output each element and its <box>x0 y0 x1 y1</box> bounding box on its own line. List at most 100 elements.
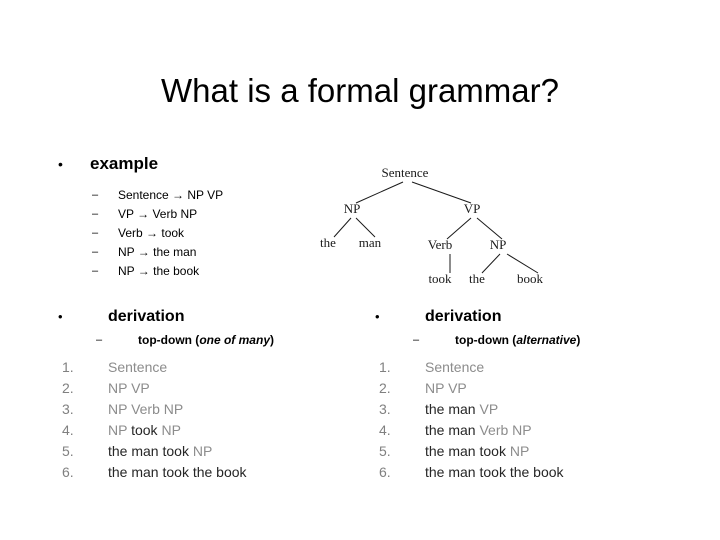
derivation-right-subheading: top-down (alternative) <box>455 333 581 347</box>
derivation-column-right: • derivation – top-down (alternative) 1.… <box>375 308 705 484</box>
bullet-icon: • <box>58 309 63 324</box>
derivation-step-number: 4. <box>62 422 74 438</box>
tree-node-took: took <box>428 271 452 286</box>
terminal-token: the man took <box>425 443 510 459</box>
derivation-step-number: 2. <box>379 380 391 396</box>
derivation-step-text: the man took the book <box>425 463 564 481</box>
derivation-step-number: 2. <box>62 380 74 396</box>
derivation-left-sub-row: – top-down (one of many) <box>58 332 388 354</box>
derivation-step-number: 6. <box>62 464 74 480</box>
tree-node-verb: Verb <box>428 237 453 252</box>
terminal-token: the man took <box>108 443 193 459</box>
derivation-step-row: 6. the man took the book <box>375 463 705 484</box>
derivation-step-number: 6. <box>379 464 391 480</box>
derivation-step-row: 1. Sentence <box>58 358 388 379</box>
nonterminal-token: Sentence <box>425 359 485 375</box>
tree-node-np2: NP <box>490 237 507 252</box>
example-section: • example – Sentence → NP VP – VP → Verb NP… <box>58 155 328 282</box>
example-bullet-row: • example <box>58 155 328 177</box>
derivation-column-left: • derivation – top-down (one of many) 1.… <box>58 308 388 484</box>
parse-tree-svg: Sentence NP VP the man Verb NP took the book <box>320 165 543 286</box>
derivation-right-bullet-row: • derivation <box>375 308 705 332</box>
derivation-step-row: 5. the man took NP <box>58 442 388 463</box>
dash-icon: – <box>92 246 99 258</box>
derivation-step-number: 1. <box>379 359 391 375</box>
tree-node-book: book <box>517 271 544 286</box>
nonterminal-token: NP <box>509 443 530 459</box>
grammar-rule-row: – VP → Verb NP <box>58 206 328 225</box>
derivation-step-number: 5. <box>379 443 391 459</box>
dash-icon: – <box>92 208 99 220</box>
dash-icon: – <box>92 189 99 201</box>
derivation-step-number: 3. <box>62 401 74 417</box>
nonterminal-token: NP VP <box>425 380 467 396</box>
grammar-rule-list: – Sentence → NP VP – VP → Verb NP – Verb → to… <box>58 187 328 282</box>
edge-sentence-vp <box>411 181 472 204</box>
parse-tree-diagram: Sentence NP VP the man Verb NP took the book <box>290 155 580 300</box>
example-heading: example <box>90 154 159 173</box>
grammar-rule-text: NP → the book <box>118 264 200 278</box>
derivation-variant-name: alternative <box>516 333 577 347</box>
page-title: What is a formal grammar? <box>161 72 559 109</box>
derivation-step-row: 4. the man Verb NP <box>375 421 705 442</box>
derivation-step-row: 3. the man VP <box>375 400 705 421</box>
grammar-rule-row: – Sentence → NP VP <box>58 187 328 206</box>
derivation-step-text: Sentence <box>108 358 167 376</box>
derivation-step-text: NP Verb NP <box>108 400 183 418</box>
dash-icon: – <box>92 227 99 239</box>
tree-edges <box>333 181 539 274</box>
derivation-step-text: the man Verb NP <box>425 421 532 439</box>
derivation-right-steps: 1. Sentence 2. NP VP 3. the man VP 4. the man V… <box>375 358 705 484</box>
tree-node-vp: VP <box>464 201 481 216</box>
derivation-step-text: NP VP <box>108 379 150 397</box>
tree-node-the2: the <box>469 271 485 286</box>
derivation-step-number: 4. <box>379 422 391 438</box>
tree-node-man: man <box>359 235 382 250</box>
dash-icon: – <box>92 265 99 277</box>
derivation-step-number: 3. <box>379 401 391 417</box>
dash-icon: – <box>413 334 420 346</box>
derivation-step-row: 1. Sentence <box>375 358 705 379</box>
terminal-token: the man <box>425 422 480 438</box>
derivation-step-text: NP took NP <box>108 421 181 439</box>
grammar-rule-text: Sentence → NP VP <box>118 188 224 202</box>
derivation-step-text: the man took the book <box>108 463 247 481</box>
derivation-step-text: the man VP <box>425 400 498 418</box>
bullet-icon: • <box>375 309 380 324</box>
derivation-left-steps: 1. Sentence 2. NP VP 3. NP Verb NP 4. NP took N… <box>58 358 388 484</box>
grammar-rule-text: Verb → took <box>118 226 185 240</box>
nonterminal-token: Verb NP <box>479 422 532 438</box>
terminal-token: took <box>131 422 158 438</box>
derivation-step-number: 5. <box>62 443 74 459</box>
grammar-rule-text: VP → Verb NP <box>118 207 198 221</box>
derivation-step-text: NP VP <box>425 379 467 397</box>
derivation-step-row: 3. NP Verb NP <box>58 400 388 421</box>
grammar-rule-row: – Verb → took <box>58 225 328 244</box>
derivation-step-row: 5. the man took NP <box>375 442 705 463</box>
derivation-step-text: the man took NP <box>425 442 529 460</box>
derivation-step-number: 1. <box>62 359 74 375</box>
tree-node-labels: Sentence NP VP the man Verb NP took the book <box>320 165 543 286</box>
derivation-step-row: 2. NP VP <box>58 379 388 400</box>
derivation-step-row: 2. NP VP <box>375 379 705 400</box>
derivation-step-text: Sentence <box>425 358 484 376</box>
tree-node-the1: the <box>320 235 336 250</box>
nonterminal-token: NP <box>108 422 132 438</box>
edge-vp-verb <box>446 217 472 240</box>
nonterminal-token: NP Verb NP <box>108 401 184 417</box>
nonterminal-token: NP VP <box>108 380 150 396</box>
derivation-variant-name: one of many <box>199 333 270 347</box>
dash-icon: – <box>96 334 103 346</box>
grammar-rule-row: – NP → the book <box>58 263 328 282</box>
edge-np1-the <box>333 217 352 238</box>
derivation-step-text: the man took NP <box>108 442 212 460</box>
grammar-rule-row: – NP → the man <box>58 244 328 263</box>
nonterminal-token: Sentence <box>108 359 168 375</box>
terminal-token: the man took the book <box>425 464 564 480</box>
grammar-rule-text: NP → the man <box>118 245 197 259</box>
derivation-left-bullet-row: • derivation <box>58 308 388 332</box>
tree-node-sentence: Sentence <box>382 165 429 180</box>
derivation-step-row: 4. NP took NP <box>58 421 388 442</box>
edge-vp-np2 <box>476 217 503 240</box>
derivation-left-subheading: top-down (one of many) <box>138 333 274 347</box>
